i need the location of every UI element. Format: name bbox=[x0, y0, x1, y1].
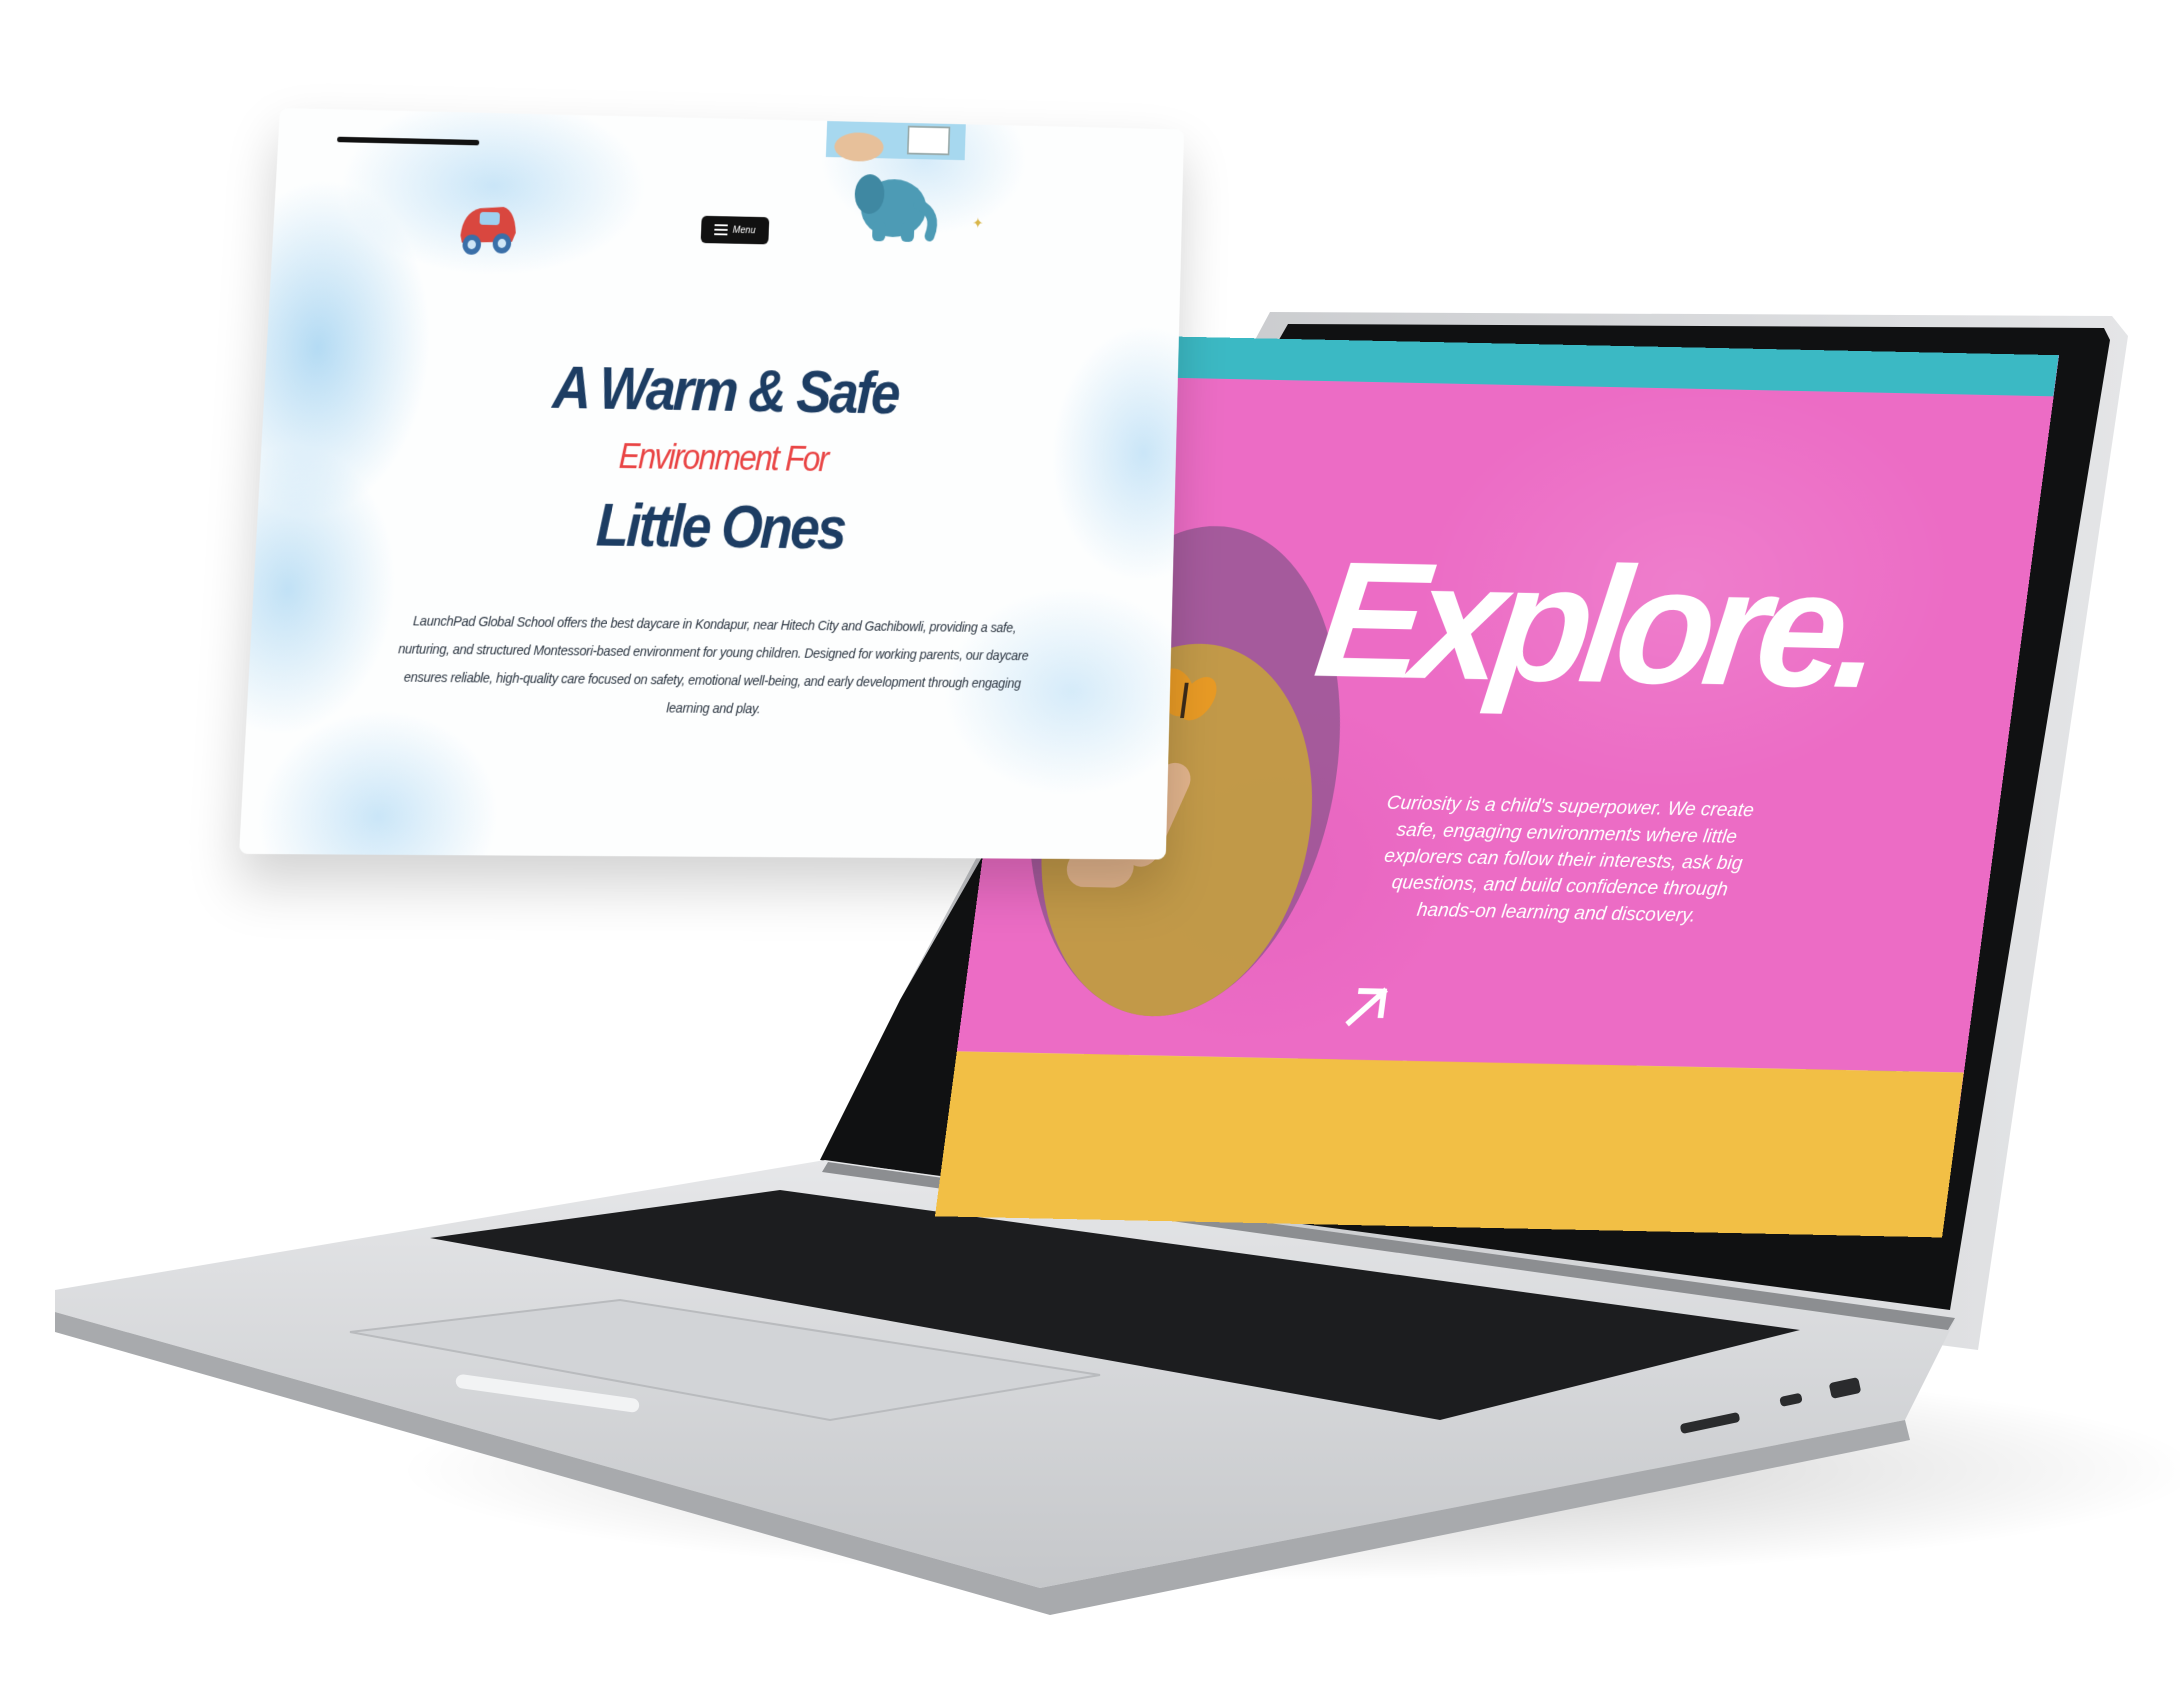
screen-yellow-band bbox=[935, 1051, 1964, 1237]
mockup-scene: Explore. Curiosity is a child's superpow… bbox=[0, 0, 2180, 1685]
elephant-icon bbox=[822, 121, 966, 259]
floating-website-card: ✦ Menu A Warm & Safe Environment For Lit… bbox=[236, 108, 1192, 906]
hero-description: LaunchPad Global School offers the best … bbox=[392, 607, 1033, 726]
explore-heading: Explore. bbox=[1308, 536, 1884, 712]
hero-section: ✦ Menu A Warm & Safe Environment For Lit… bbox=[239, 108, 1184, 860]
menu-icon bbox=[714, 224, 728, 235]
menu-button[interactable]: Menu bbox=[701, 216, 770, 245]
arrow-up-right-icon[interactable] bbox=[1341, 981, 1395, 1031]
explore-description: Curiosity is a child's superpower. We cr… bbox=[1355, 790, 1772, 931]
menu-label: Menu bbox=[733, 225, 756, 236]
star-icon: ✦ bbox=[972, 214, 983, 232]
hero-title-line3: Little Ones bbox=[255, 486, 1174, 567]
car-icon bbox=[452, 190, 522, 264]
